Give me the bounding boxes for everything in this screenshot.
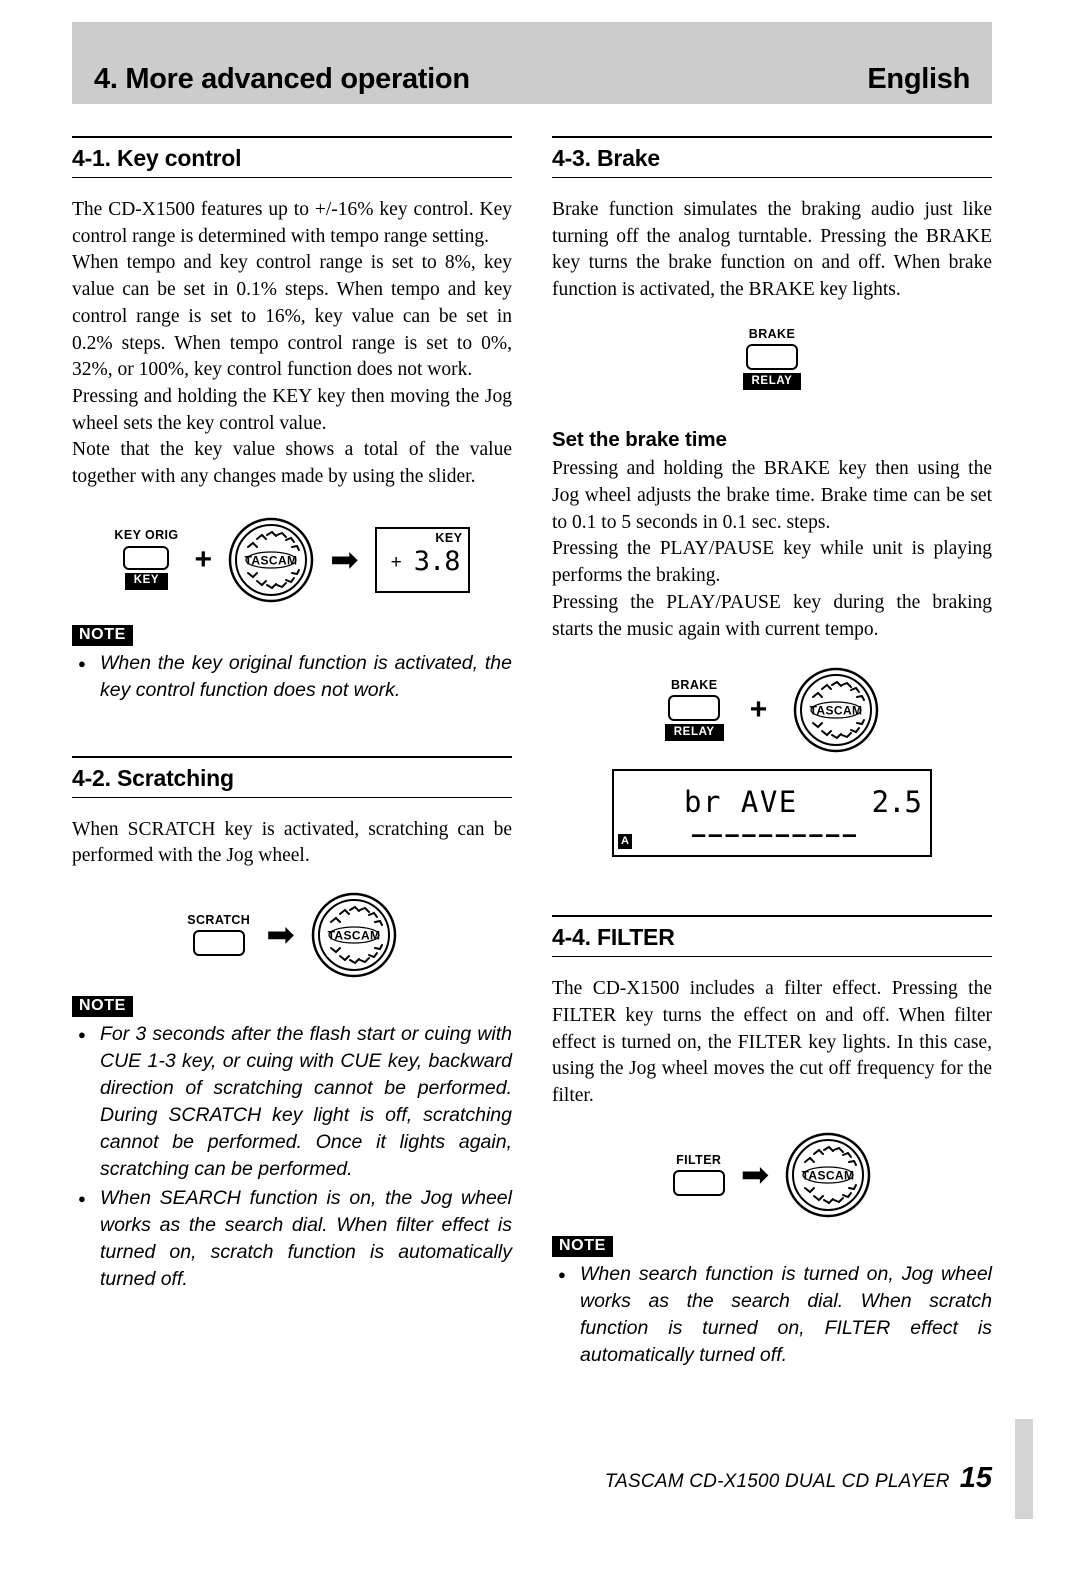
key-orig-button-unit: KEY ORIG KEY [114, 529, 178, 590]
filter-button[interactable] [672, 1170, 725, 1196]
brake-sublabel: RELAY [742, 373, 802, 391]
brake-display-indicator: A [618, 834, 632, 850]
paragraph: Pressing and holding the KEY key then mo… [72, 385, 512, 434]
brake-label: BRAKE [748, 326, 796, 341]
paragraph: When SCRATCH key is activated, scratchin… [72, 818, 512, 867]
paragraph: Note that the key value shows a total of… [72, 439, 512, 488]
jog-wheel[interactable]: TASCAM [228, 517, 314, 603]
section-filter: 4-4. FILTER The CD-X1500 includes a filt… [552, 915, 992, 1369]
page-title: 4. More advanced operation [94, 63, 470, 95]
subsection-title: Set the brake time [552, 428, 727, 452]
note-item: When search function is turned on, Jog w… [552, 1261, 992, 1369]
note-tag: NOTE [72, 996, 133, 1018]
section-rule-bottom [72, 177, 512, 178]
figure-brake-display: br AVE 2.5 A —————————— [552, 769, 992, 858]
section-title-scratching: 4-2. Scratching [72, 764, 234, 791]
note-item: When the key original function is activa… [72, 650, 512, 704]
filter-label: FILTER [676, 1152, 722, 1167]
note-tag: NOTE [552, 1235, 613, 1257]
section-title-brake: 4-3. Brake [552, 145, 660, 171]
brake-label: BRAKE [671, 677, 718, 692]
figure-filter: FILTER ➡ TASCAM [552, 1132, 992, 1218]
note-list: When search function is turned on, Jog w… [552, 1261, 992, 1369]
section-key-control: 4-1. Key control The CD-X1500 features u… [72, 136, 512, 704]
jog-wheel-brand: TASCAM [327, 929, 380, 943]
arrow-right-icon: ➡ [330, 539, 359, 580]
brake-display-number: 2.5 [871, 785, 922, 820]
arrow-right-icon: ➡ [266, 915, 295, 956]
key-orig-label: KEY ORIG [114, 528, 179, 543]
section-title-filter: 4-4. FILTER [552, 924, 675, 951]
key-display-value: 3.8 [413, 545, 461, 577]
brake-button-unit: BRAKE RELAY [742, 326, 802, 391]
jog-wheel-brand: TASCAM [810, 704, 863, 718]
key-display: KEY + 3.8 [374, 526, 470, 593]
note-block-filter: NOTE When search function is turned on, … [552, 1235, 992, 1369]
note-item: For 3 seconds after the flash start or c… [72, 1021, 512, 1183]
section-brake: 4-3. Brake Brake function simulates the … [552, 136, 992, 858]
scratch-label: SCRATCH [187, 912, 251, 927]
footer-product-text: TASCAM CD-X1500 DUAL CD PLAYER [604, 1471, 950, 1492]
page-footer: TASCAM CD-X1500 DUAL CD PLAYER 15 [605, 1462, 992, 1495]
brake-button[interactable] [745, 344, 798, 371]
jog-wheel-brand: TASCAM [245, 553, 298, 567]
footer-page-number: 15 [959, 1462, 992, 1494]
subsection-set-brake-time: Set the brake time Pressing and holding … [552, 428, 992, 858]
scratch-button[interactable] [192, 930, 245, 957]
paragraph: Brake function simulates the braking aud… [552, 199, 992, 301]
jog-wheel[interactable]: TASCAM [311, 892, 397, 978]
right-column: 4-3. Brake Brake function simulates the … [552, 136, 992, 1371]
paragraph: When tempo and key control range is set … [72, 252, 512, 381]
paragraph: The CD-X1500 includes a filter effect. P… [552, 978, 992, 1107]
figure-brake-time: BRAKE RELAY + TASCAM [552, 667, 992, 753]
plus-icon: + [749, 693, 768, 727]
scratch-button-unit: SCRATCH [187, 914, 250, 957]
paragraph: The CD-X1500 features up to +/-16% key c… [72, 199, 512, 247]
section-rule-bottom [552, 177, 992, 178]
page-header-bar: 4. More advanced operation English [72, 22, 992, 104]
brake-display-dashes: —————————— [692, 823, 860, 849]
arrow-right-icon: ➡ [740, 1154, 770, 1195]
key-display-sign: + [390, 551, 402, 573]
filter-button-unit: FILTER [672, 1152, 725, 1196]
edge-tab-marker [1015, 1419, 1033, 1519]
figure-brake-key: BRAKE RELAY [552, 328, 992, 391]
paragraph: Pressing and holding the BRAKE key then … [552, 458, 992, 533]
key-display-tag: KEY [435, 530, 463, 545]
plus-icon: + [194, 542, 213, 576]
note-block-key-control: NOTE When the key original function is a… [72, 624, 512, 704]
jog-wheel-brand: TASCAM [802, 1168, 855, 1182]
key-orig-sublabel: KEY [124, 572, 169, 590]
note-block-scratching: NOTE For 3 seconds after the flash start… [72, 996, 512, 1293]
figure-key-control: KEY ORIG KEY + TASCAM ➡ KEY + 3.8 [72, 517, 512, 603]
language-label: English [867, 63, 970, 95]
section-rule-bottom [552, 956, 992, 958]
key-orig-button[interactable] [123, 545, 170, 570]
brake-sublabel: RELAY [664, 724, 724, 742]
section-rule-bottom [72, 796, 512, 798]
paragraph: Pressing the PLAY/PAUSE key during the b… [552, 591, 992, 640]
note-list: For 3 seconds after the flash start or c… [72, 1021, 512, 1293]
jog-wheel[interactable]: TASCAM [793, 667, 879, 753]
section-scratching: 4-2. Scratching When SCRATCH key is acti… [72, 755, 512, 1293]
note-item: When SEARCH function is on, the Jog whee… [72, 1185, 512, 1293]
section-title-key-control: 4-1. Key control [72, 145, 242, 171]
figure-scratching: SCRATCH ➡ TASCAM [72, 892, 512, 978]
paragraph: Pressing the PLAY/PAUSE key while unit i… [552, 538, 992, 587]
note-list: When the key original function is activa… [72, 650, 512, 704]
left-column: 4-1. Key control The CD-X1500 features u… [72, 136, 512, 1295]
jog-wheel[interactable]: TASCAM [785, 1132, 871, 1218]
note-tag: NOTE [72, 624, 133, 646]
brake-display-word: br AVE [684, 785, 798, 820]
brake-button[interactable] [668, 695, 721, 722]
brake-button-unit: BRAKE RELAY [664, 677, 724, 742]
brake-time-display: br AVE 2.5 A —————————— [612, 769, 932, 858]
